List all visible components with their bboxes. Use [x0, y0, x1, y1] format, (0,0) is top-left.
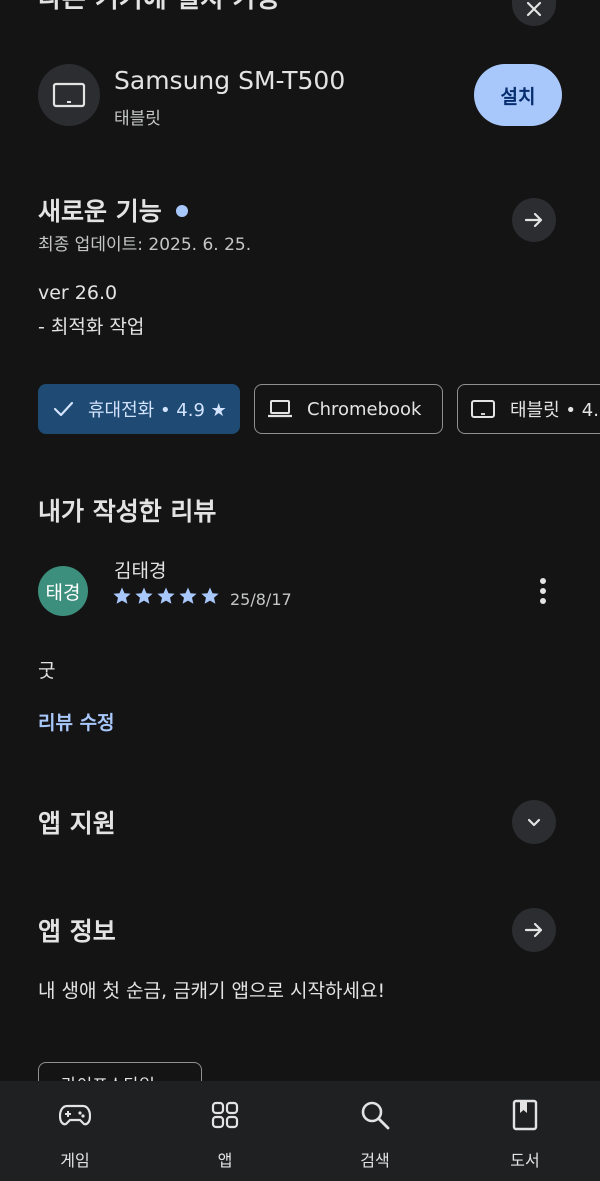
- device-name: Samsung SM-T500: [114, 66, 346, 95]
- nav-label-games: 게임: [60, 1151, 90, 1170]
- search-icon: [360, 1099, 390, 1131]
- star-icon: [179, 587, 197, 604]
- nav-label-apps: 앱: [217, 1151, 233, 1170]
- new-indicator-dot: [175, 205, 188, 217]
- close-icon: [526, 1, 542, 17]
- my-review-title: 내가 작성한 리뷰: [38, 497, 217, 526]
- whats-new-title: 새로운 기능: [38, 192, 188, 228]
- app-info-title: 앱 정보: [38, 917, 116, 946]
- check-icon: [52, 398, 74, 420]
- star-icon: [135, 587, 153, 604]
- more-vert-icon: [540, 578, 546, 604]
- device-type: 태블릿: [114, 109, 161, 129]
- app-description: 내 생애 첫 순금, 금캐기 앱으로 시작하세요!: [38, 980, 386, 1002]
- nav-label-search: 검색: [360, 1151, 390, 1170]
- chevron-down-icon: [527, 818, 541, 827]
- star-icon: [157, 587, 175, 604]
- reviewer-avatar: 태경: [38, 566, 88, 616]
- chip-chromebook[interactable]: Chromebook: [254, 384, 443, 434]
- bottom-navigation: 게임 앱 검색 도서: [0, 1081, 600, 1181]
- laptop-icon: [267, 399, 293, 419]
- app-support-expand-button[interactable]: [512, 800, 556, 844]
- edit-review-link[interactable]: 리뷰 수정: [38, 708, 115, 735]
- last-updated: 최종 업데이트: 2025. 6. 25.: [38, 235, 252, 255]
- star-icon: [201, 587, 219, 604]
- apps-grid-icon: [211, 1099, 239, 1131]
- nav-label-books: 도서: [510, 1151, 540, 1170]
- gamepad-icon: [59, 1099, 91, 1131]
- install-other-devices-title: 다른 기기에 설치 가능: [38, 0, 280, 15]
- app-details-page: 다른 기기에 설치 가능 Samsung SM-T500 태블릿 설치 새로운 …: [0, 0, 600, 1181]
- nav-item-search[interactable]: 검색: [300, 1081, 450, 1181]
- app-info-arrow-button[interactable]: [512, 908, 556, 952]
- device-avatar: [38, 64, 100, 126]
- app-support-title: 앱 지원: [38, 809, 116, 838]
- version-text: ver 26.0: [38, 282, 118, 304]
- review-stars: [112, 586, 220, 606]
- close-button[interactable]: [512, 0, 556, 26]
- review-date: 25/8/17: [230, 590, 292, 609]
- chip-tablet[interactable]: 태블릿 • 4.8: [457, 384, 600, 434]
- chip-phone-label: 휴대전화 • 4.9 ★: [88, 400, 227, 421]
- nav-item-apps[interactable]: 앱: [150, 1081, 300, 1181]
- chip-phone[interactable]: 휴대전화 • 4.9 ★: [38, 384, 240, 434]
- chip-chromebook-label: Chromebook: [307, 398, 422, 420]
- arrow-right-icon: [524, 922, 543, 938]
- tablet-icon: [52, 82, 86, 108]
- install-button[interactable]: 설치: [474, 64, 562, 126]
- whats-new-label: 새로운 기능: [38, 197, 162, 226]
- nav-item-games[interactable]: 게임: [0, 1081, 150, 1181]
- review-more-button[interactable]: [528, 574, 558, 608]
- tablet-icon: [470, 399, 496, 419]
- whats-new-arrow-button[interactable]: [512, 198, 556, 242]
- release-note: - 최적화 작업: [38, 316, 145, 338]
- reviewer-name: 김태경: [114, 560, 167, 582]
- star-icon: [113, 587, 131, 604]
- review-text: 굿: [38, 660, 56, 682]
- book-icon: [512, 1099, 538, 1131]
- nav-item-books[interactable]: 도서: [450, 1081, 600, 1181]
- arrow-right-icon: [524, 212, 543, 228]
- chip-tablet-label: 태블릿 • 4.8: [510, 400, 600, 421]
